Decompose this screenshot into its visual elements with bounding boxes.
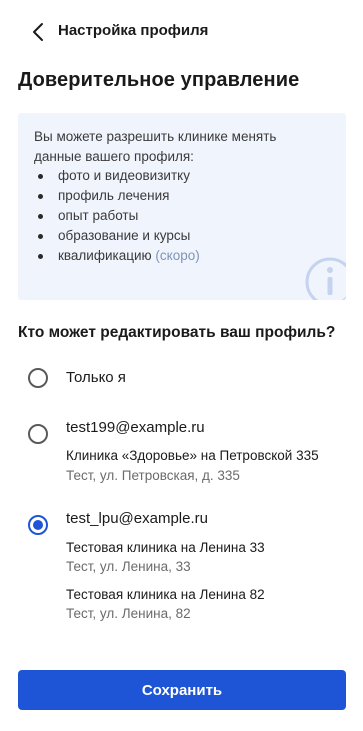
clinic-name: Клиника «Здоровье» на Петровской 335 — [66, 448, 319, 463]
header-title: Настройка профиля — [58, 22, 209, 39]
option-label: test_lpu@example.ru — [66, 510, 208, 527]
info-icon — [305, 257, 346, 300]
clinic-name: Тестовая клиника на Ленина 33 — [66, 540, 265, 555]
option-label: Только я — [66, 369, 126, 386]
top-bar: Настройка профиля — [0, 0, 363, 64]
list-item: опыт работы — [34, 206, 200, 226]
list-item-text: квалификацию — [58, 248, 152, 263]
info-box: Вы можете разрешить клинике менять данны… — [18, 113, 346, 300]
soon-label: (скоро) — [155, 248, 200, 263]
permissions-list: фото и видеовизитку профиль лечения опыт… — [34, 166, 200, 266]
option-test-lpu[interactable]: test_lpu@example.ru Тестовая клиника на … — [18, 507, 346, 625]
info-text: Вы можете разрешить клинике менять данны… — [34, 129, 277, 164]
page-title: Доверительное управление — [18, 69, 300, 91]
chevron-left-icon — [33, 23, 43, 41]
option-label: test199@example.ru — [66, 419, 205, 436]
clinic-address: Тест, ул. Ленина, 82 — [66, 606, 191, 621]
save-button[interactable]: Сохранить — [18, 670, 346, 710]
list-item: фото и видеовизитку — [34, 166, 200, 186]
back-button[interactable] — [26, 20, 50, 44]
question-heading: Кто может редактировать ваш профиль? — [18, 324, 336, 341]
option-only-me[interactable]: Только я — [18, 366, 346, 390]
radio-button[interactable] — [28, 424, 48, 444]
radio-button-selected[interactable] — [28, 515, 48, 535]
clinic-address: Тест, ул. Ленина, 33 — [66, 559, 191, 574]
clinic-name: Тестовая клиника на Ленина 82 — [66, 587, 265, 602]
list-item: профиль лечения — [34, 186, 200, 206]
list-item: квалификацию (скоро) — [34, 246, 200, 266]
list-item: образование и курсы — [34, 226, 200, 246]
option-test199[interactable]: test199@example.ru Клиника «Здоровье» на… — [18, 416, 346, 486]
clinic-address: Тест, ул. Петровская, д. 335 — [66, 468, 240, 483]
radio-button[interactable] — [28, 368, 48, 388]
